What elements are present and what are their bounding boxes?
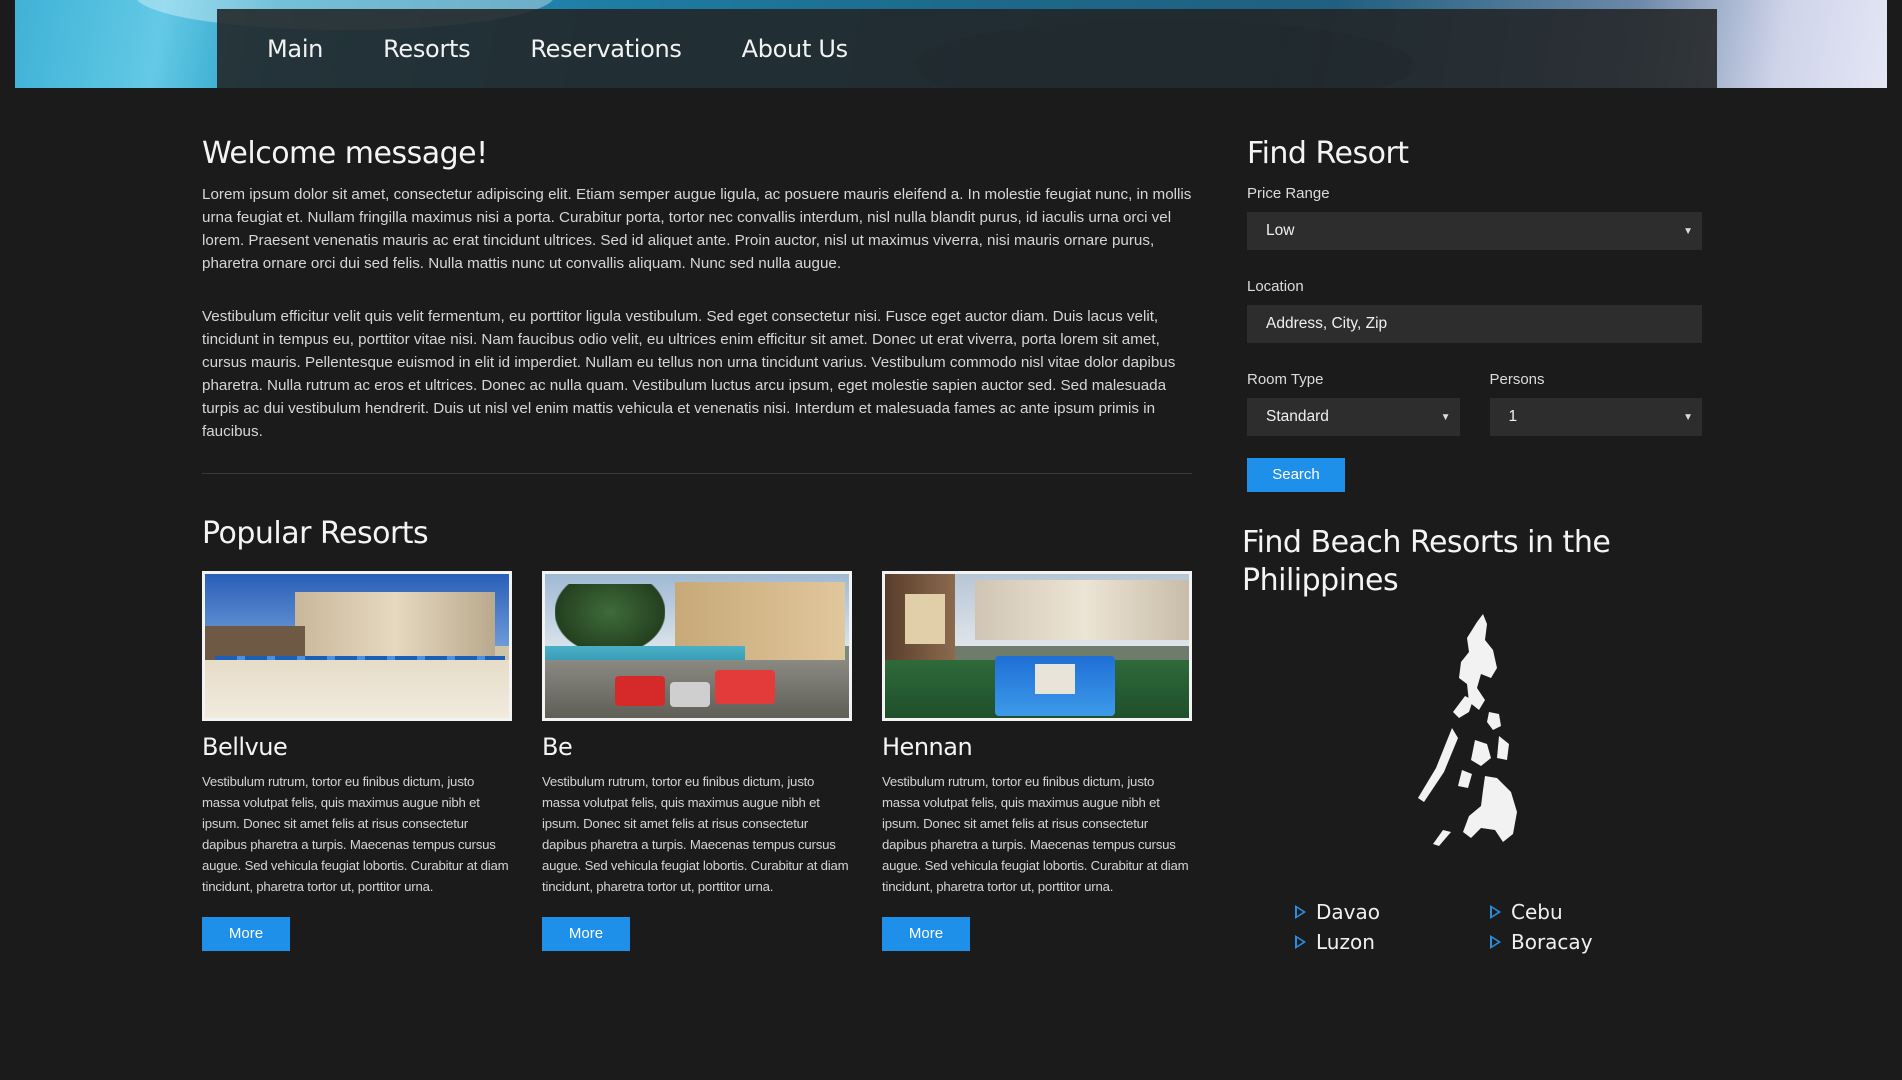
resort-cards: Bellvue Vestibulum rutrum, tortor eu fin… xyxy=(202,571,1192,951)
price-range-select[interactable]: Low ▼ xyxy=(1247,212,1702,250)
divider xyxy=(202,473,1192,474)
search-button[interactable]: Search xyxy=(1247,458,1345,492)
more-button[interactable]: More xyxy=(882,917,970,951)
resort-card: Be Vestibulum rutrum, tortor eu finibus … xyxy=(542,571,852,951)
resort-card: Bellvue Vestibulum rutrum, tortor eu fin… xyxy=(202,571,512,951)
resort-card: Hennan Vestibulum rutrum, tortor eu fini… xyxy=(882,571,1192,951)
city-label: Boracay xyxy=(1511,930,1593,954)
resort-name: Be xyxy=(542,733,573,761)
city-link-davao[interactable]: Davao xyxy=(1295,900,1490,924)
beach-resorts-title: Find Beach Resorts in the Philippines xyxy=(1242,525,1611,598)
location-input[interactable]: Address, City, Zip xyxy=(1247,305,1702,343)
nav-main[interactable]: Main xyxy=(267,35,323,63)
room-type-value: Standard xyxy=(1266,408,1329,425)
welcome-paragraph: Vestibulum efficitur velit quis velit fe… xyxy=(202,308,1176,440)
resort-description: Vestibulum rutrum, tortor eu finibus dic… xyxy=(882,774,1189,894)
room-type-label: Room Type xyxy=(1247,371,1324,388)
main-content: Welcome message! Lorem ipsum dolor sit a… xyxy=(202,136,1192,951)
city-link-cebu[interactable]: Cebu xyxy=(1490,900,1640,924)
main-nav: Main Resorts Reservations About Us xyxy=(217,9,1717,88)
price-range-value: Low xyxy=(1266,222,1295,239)
header-banner: Main Resorts Reservations About Us xyxy=(15,0,1887,88)
resort-photo-bellvue[interactable] xyxy=(202,571,512,721)
nav-about-us[interactable]: About Us xyxy=(742,35,849,63)
persons-select[interactable]: 1 ▼ xyxy=(1489,398,1702,436)
caret-down-icon: ▼ xyxy=(1440,411,1451,423)
city-link-luzon[interactable]: Luzon xyxy=(1295,930,1490,954)
triangle-right-icon xyxy=(1295,905,1306,919)
resort-name: Hennan xyxy=(882,733,973,761)
resort-name: Bellvue xyxy=(202,733,288,761)
triangle-right-icon xyxy=(1295,935,1306,949)
welcome-paragraph: Lorem ipsum dolor sit amet, consectetur … xyxy=(202,186,1192,272)
nav-reservations[interactable]: Reservations xyxy=(530,35,682,63)
find-resort-title: Find Resort xyxy=(1247,136,1409,171)
room-type-select[interactable]: Standard ▼ xyxy=(1247,398,1460,436)
philippines-map-icon[interactable] xyxy=(1247,600,1702,890)
more-button[interactable]: More xyxy=(202,917,290,951)
location-placeholder: Address, City, Zip xyxy=(1266,315,1388,332)
room-persons-row: Room Type Standard ▼ Persons 1 ▼ xyxy=(1247,371,1702,464)
nav-resorts[interactable]: Resorts xyxy=(383,35,471,63)
location-label: Location xyxy=(1247,278,1304,295)
city-link-boracay[interactable]: Boracay xyxy=(1490,930,1640,954)
persons-value: 1 xyxy=(1508,408,1518,425)
resort-photo-hennan[interactable] xyxy=(882,571,1192,721)
sidebar: Find Resort Price Range Low ▼ Location A… xyxy=(1242,136,1702,954)
popular-resorts-title: Popular Resorts xyxy=(202,516,429,551)
triangle-right-icon xyxy=(1490,905,1501,919)
city-label: Luzon xyxy=(1316,930,1375,954)
caret-down-icon: ▼ xyxy=(1683,411,1693,423)
triangle-right-icon xyxy=(1490,935,1501,949)
caret-down-icon: ▼ xyxy=(1683,225,1693,237)
more-button[interactable]: More xyxy=(542,917,630,951)
price-range-label: Price Range xyxy=(1247,185,1330,202)
city-label: Cebu xyxy=(1511,900,1563,924)
resort-description: Vestibulum rutrum, tortor eu finibus dic… xyxy=(202,774,509,894)
persons-label: Persons xyxy=(1489,371,1545,388)
city-list: Davao Cebu Luzon Boracay xyxy=(1295,900,1702,954)
welcome-title: Welcome message! xyxy=(202,136,488,171)
resort-photo-be[interactable] xyxy=(542,571,852,721)
city-label: Davao xyxy=(1316,900,1380,924)
resort-description: Vestibulum rutrum, tortor eu finibus dic… xyxy=(542,774,849,894)
